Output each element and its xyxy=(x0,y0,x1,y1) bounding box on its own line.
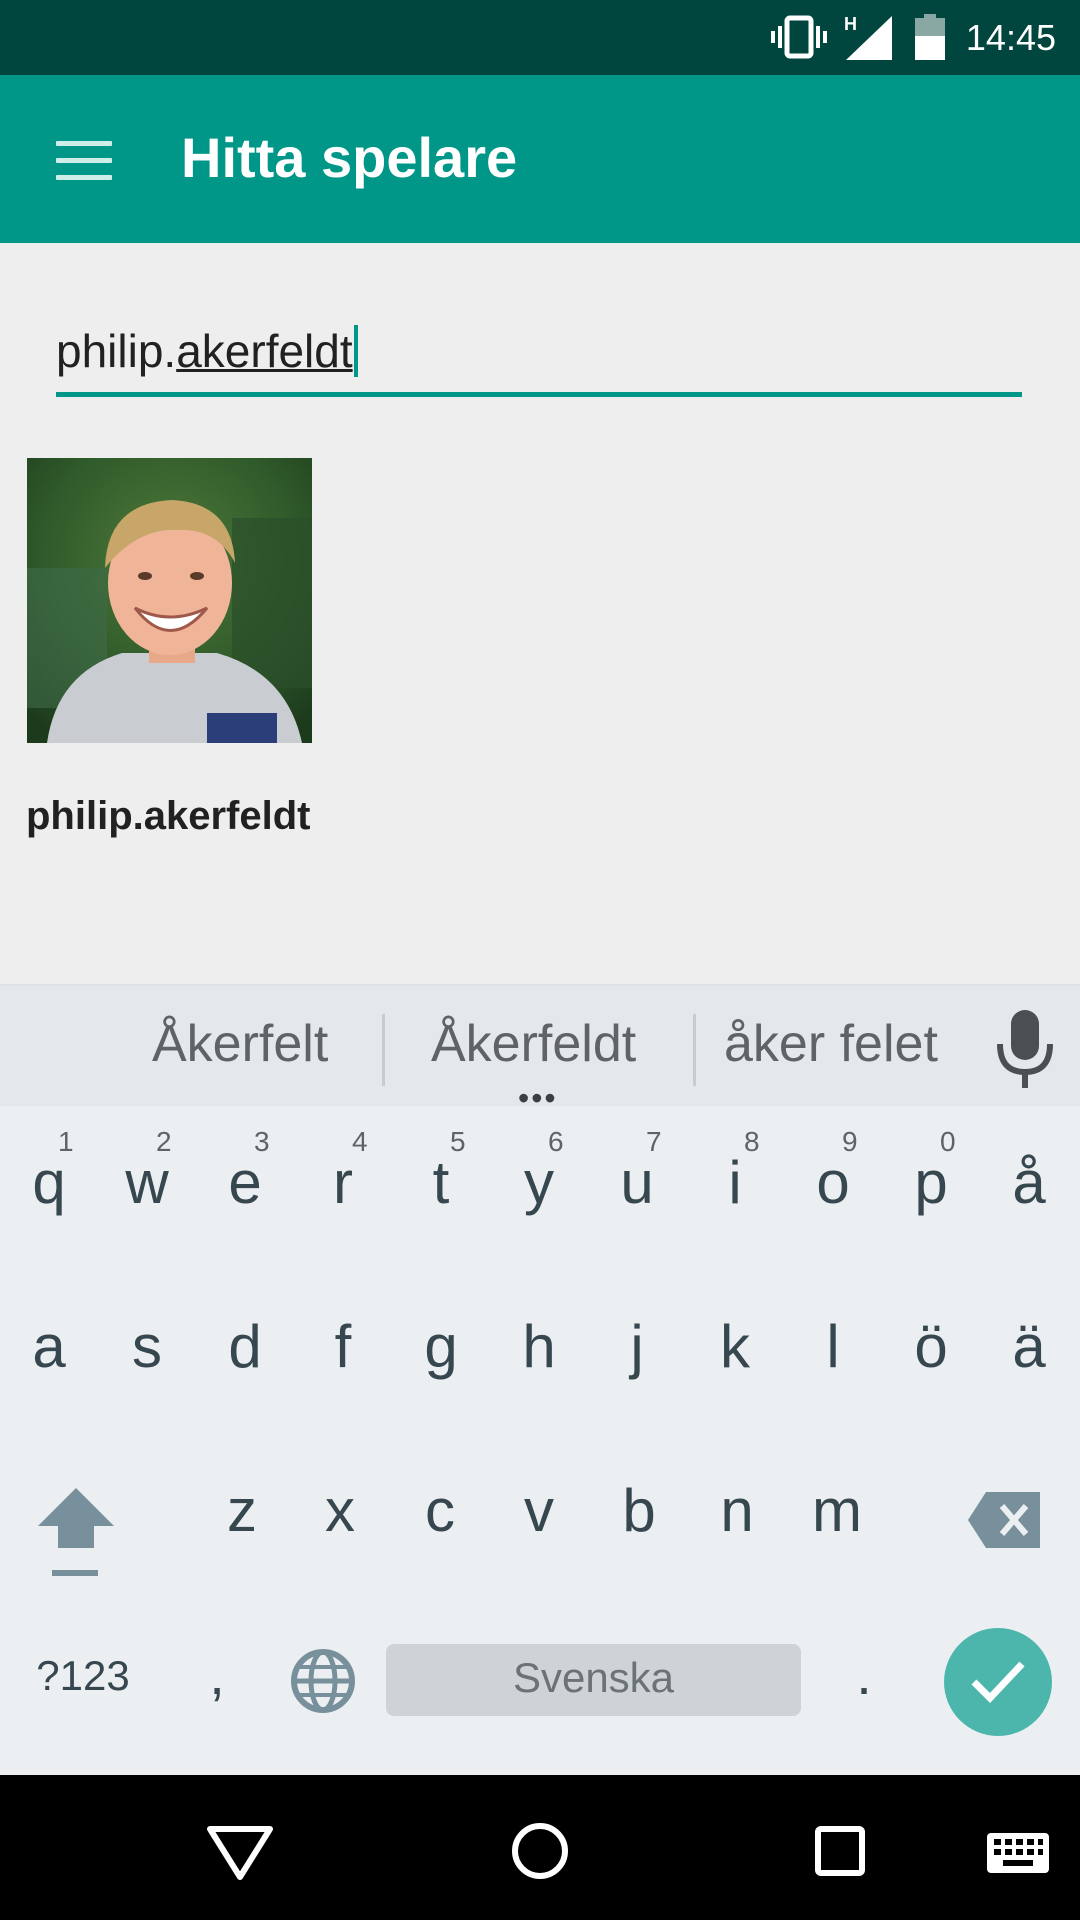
backspace-key[interactable] xyxy=(950,1434,1060,1594)
key-r[interactable]: 4r xyxy=(294,1106,392,1266)
key-u[interactable]: 7u xyxy=(588,1106,686,1266)
navigation-bar xyxy=(0,1775,1080,1920)
shift-key[interactable] xyxy=(20,1434,130,1594)
globe-icon xyxy=(291,1649,355,1713)
symbols-key[interactable]: ?123 xyxy=(18,1598,148,1758)
key-l[interactable]: l xyxy=(784,1270,882,1430)
key-o[interactable]: 9o xyxy=(784,1106,882,1266)
vibrate-icon xyxy=(771,15,827,59)
comma-key[interactable]: , xyxy=(168,1598,266,1758)
period-key[interactable]: . xyxy=(815,1598,913,1758)
shift-icon xyxy=(38,1488,114,1576)
key-a-ring[interactable]: å xyxy=(980,1106,1078,1266)
player-name[interactable]: philip.akerfeldt xyxy=(26,794,311,839)
key-d[interactable]: d xyxy=(196,1270,294,1430)
key-f[interactable]: f xyxy=(294,1270,392,1430)
key-i[interactable]: 8i xyxy=(686,1106,784,1266)
suggestion-divider xyxy=(382,1014,385,1086)
text-cursor xyxy=(353,325,358,377)
key-n[interactable]: n xyxy=(688,1434,786,1594)
signal-icon xyxy=(846,16,892,60)
checkmark-icon xyxy=(971,1661,1025,1704)
key-k[interactable]: k xyxy=(686,1270,784,1430)
recents-icon[interactable] xyxy=(800,1811,880,1891)
key-v[interactable]: v xyxy=(490,1434,588,1594)
key-w[interactable]: 2w xyxy=(98,1106,196,1266)
key-a[interactable]: a xyxy=(0,1270,98,1430)
backspace-icon xyxy=(968,1492,1040,1548)
home-icon[interactable] xyxy=(500,1811,580,1891)
battery-icon xyxy=(915,14,945,60)
key-t[interactable]: 5t xyxy=(392,1106,490,1266)
key-q[interactable]: 1q xyxy=(0,1106,98,1266)
suggestion-1[interactable]: Åkerfelt xyxy=(152,1014,328,1074)
space-key[interactable]: Svenska xyxy=(386,1644,801,1716)
key-a-umlaut[interactable]: ä xyxy=(980,1270,1078,1430)
key-e[interactable]: 3e xyxy=(196,1106,294,1266)
key-x[interactable]: x xyxy=(291,1434,389,1594)
keyboard-switch-icon[interactable] xyxy=(985,1811,1051,1891)
microphone-icon[interactable] xyxy=(990,1002,1060,1092)
back-icon[interactable] xyxy=(200,1811,280,1891)
key-g[interactable]: g xyxy=(392,1270,490,1430)
key-p[interactable]: 0p xyxy=(882,1106,980,1266)
app-bar: Hitta spelare xyxy=(0,75,1080,243)
key-b[interactable]: b xyxy=(590,1434,688,1594)
key-m[interactable]: m xyxy=(788,1434,886,1594)
search-input[interactable]: philip.akerfeldt xyxy=(56,318,1022,397)
suggestion-2[interactable]: Åkerfeldt xyxy=(431,1014,636,1074)
suggestion-3[interactable]: åker felet xyxy=(724,1014,938,1074)
menu-icon[interactable] xyxy=(44,119,124,199)
key-j[interactable]: j xyxy=(588,1270,686,1430)
key-s[interactable]: s xyxy=(98,1270,196,1430)
key-c[interactable]: c xyxy=(391,1434,489,1594)
status-bar: H 14:45 xyxy=(0,0,1080,75)
player-photo xyxy=(27,458,312,743)
key-y[interactable]: 6y xyxy=(490,1106,588,1266)
key-o-umlaut[interactable]: ö xyxy=(882,1270,980,1430)
key-z[interactable]: z xyxy=(193,1434,291,1594)
keyboard: 1q 2w 3e 4r 5t 6y 7u 8i 9o 0p å a s d f … xyxy=(0,1106,1080,1775)
more-suggestions-icon[interactable]: ••• xyxy=(518,1082,558,1114)
done-key[interactable] xyxy=(944,1628,1052,1736)
page-title: Hitta spelare xyxy=(181,126,518,189)
key-h[interactable]: h xyxy=(490,1270,588,1430)
status-time: 14:45 xyxy=(965,17,1056,58)
language-key[interactable] xyxy=(278,1598,370,1758)
search-input-value: philip.akerfeldt xyxy=(56,324,358,378)
player-avatar[interactable] xyxy=(27,458,312,743)
suggestion-divider xyxy=(693,1014,696,1086)
